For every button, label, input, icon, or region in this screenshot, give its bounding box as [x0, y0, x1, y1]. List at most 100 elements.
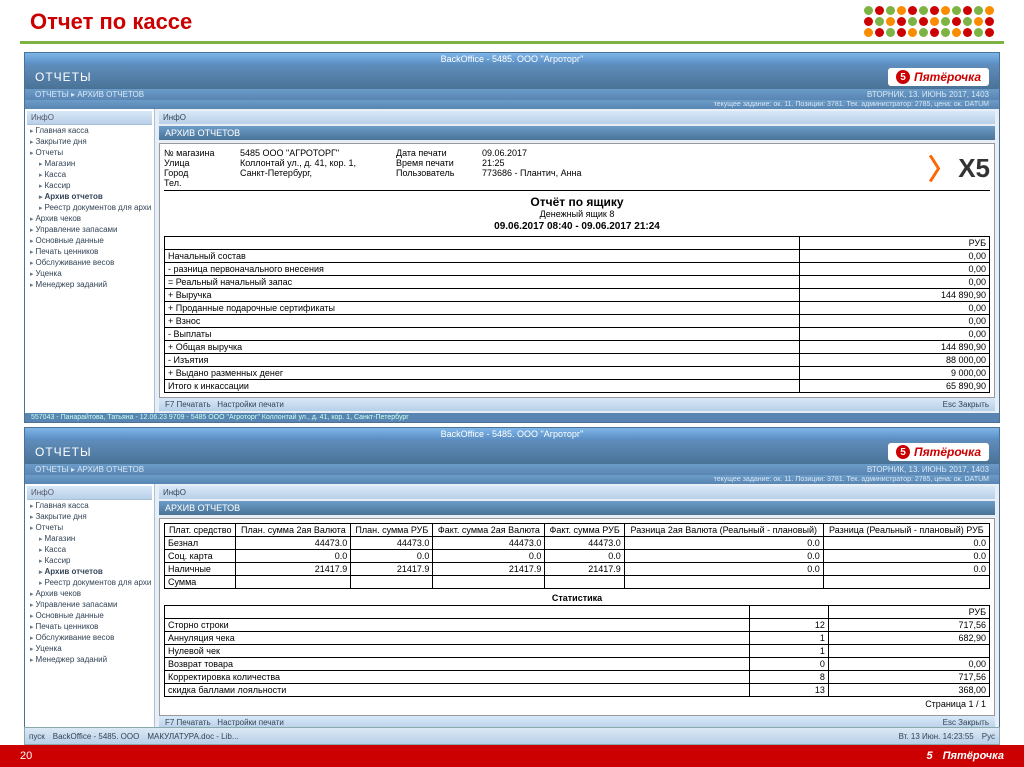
sidebar-item[interactable]: Менеджер заданий [27, 279, 152, 290]
stat-label: Аннуляция чека [165, 632, 750, 645]
statistics-table: РУБ Сторно строки12717,56Аннуляция чека1… [164, 605, 990, 697]
stats-title: Статистика [164, 593, 990, 603]
table-row-label: - разница первоначального внесения [165, 263, 800, 276]
stat-label: Корректировка количества [165, 671, 750, 684]
stat-value: 717,56 [828, 619, 989, 632]
sidebar-item[interactable]: Закрытие дня [27, 136, 152, 147]
column-header: План. сумма РУБ [351, 524, 433, 537]
archive-header: АРХИВ ОТЧЕТОВ [159, 126, 995, 140]
table-cell [236, 576, 351, 589]
table-row-label: Итого к инкассации [165, 380, 800, 393]
sidebar-item[interactable]: Уценка [27, 268, 152, 279]
sidebar-item[interactable]: Архив чеков [27, 213, 152, 224]
table-cell: 0.0 [624, 563, 823, 576]
sidebar-toolbar: ИнфО [27, 486, 152, 500]
printtime-label: Время печати [396, 158, 476, 168]
table-cell: 0.0 [236, 550, 351, 563]
app-module-title: ОТЧЕТЫ [35, 445, 92, 459]
sidebar-item[interactable]: Уценка [27, 643, 152, 654]
user-label: Пользователь [396, 168, 476, 178]
sidebar-item[interactable]: Главная касса [27, 500, 152, 511]
table-row-value: 0,00 [800, 263, 990, 276]
street-label: Улица [164, 158, 234, 168]
table-cell: Сумма [165, 576, 236, 589]
taskbar-app[interactable]: МАКУЛАТУРА.doc - Lib... [147, 732, 238, 741]
sidebar-item[interactable]: Касса [27, 544, 152, 555]
report-subtitle: Денежный ящик 8 [164, 209, 990, 219]
sidebar-item[interactable]: Кассир [27, 555, 152, 566]
decorative-dots [864, 6, 994, 37]
user-value: 773686 - Плантич, Анна [482, 168, 612, 178]
table-cell: 0.0 [351, 550, 433, 563]
stat-count: 0 [749, 658, 828, 671]
window-status: 557043 - Панарайтова, Татьяна - 12.06.23… [25, 413, 999, 422]
status-line-top: текущее задание: ок. 11. Позиции: 3781. … [714, 101, 989, 108]
slide-number: 20 [20, 750, 32, 762]
sidebar-item[interactable]: Архив отчетов [27, 566, 152, 577]
sidebar-item[interactable]: Обслуживание весов [27, 257, 152, 268]
sidebar-item[interactable]: Архив чеков [27, 588, 152, 599]
close-button[interactable]: Esc Закрыть [943, 400, 989, 409]
printdate-label: Дата печати [396, 148, 476, 158]
sidebar-item[interactable]: Кассир [27, 180, 152, 191]
sidebar-item[interactable]: Отчеты [27, 147, 152, 158]
sidebar-item[interactable]: Печать ценников [27, 621, 152, 632]
sidebar-item[interactable]: Менеджер заданий [27, 654, 152, 665]
table-cell: Безнал [165, 537, 236, 550]
window-titlebar: BackOffice - 5485. ООО "Агроторг" [25, 428, 999, 440]
table-row-value: 0,00 [800, 315, 990, 328]
app-window-1: BackOffice - 5485. ООО "Агроторг" ОТЧЕТЫ… [24, 52, 1000, 423]
sidebar-item[interactable]: Реестр документов для архи [27, 577, 152, 588]
table-cell [823, 576, 989, 589]
sidebar-item[interactable]: Архив отчетов [27, 191, 152, 202]
column-header: План. сумма 2ая Валюта [236, 524, 351, 537]
taskbar-lang[interactable]: Рус [982, 732, 995, 741]
sidebar-item[interactable]: Реестр документов для архи [27, 202, 152, 213]
sidebar-item[interactable]: Магазин [27, 158, 152, 169]
print-button[interactable]: F7 Печатать [165, 718, 211, 727]
column-header: Разница 2ая Валюта (Реальный - плановый) [624, 524, 823, 537]
stat-value: 368,00 [828, 684, 989, 697]
sidebar-item[interactable]: Отчеты [27, 522, 152, 533]
table-row-value: 0,00 [800, 328, 990, 341]
table-row-label: + Выдано разменных денег [165, 367, 800, 380]
os-taskbar[interactable]: пуск BackOffice - 5485. ООО МАКУЛАТУРА.d… [24, 727, 1000, 745]
drawer-report-table: РУБ Начальный состав0,00- разница первон… [164, 236, 990, 393]
sidebar-item[interactable]: Управление запасами [27, 599, 152, 610]
sidebar-item[interactable]: Основные данные [27, 610, 152, 621]
sidebar-item[interactable]: Основные данные [27, 235, 152, 246]
sidebar: ИнфО Главная кассаЗакрытие дняОтчетыМага… [25, 109, 155, 413]
app-module-title: ОТЧЕТЫ [35, 70, 92, 84]
taskbar-app[interactable]: BackOffice - 5485. ООО [53, 732, 140, 741]
table-row-value: 0,00 [800, 302, 990, 315]
street-value: Коллонтай ул., д. 41, кор. 1, [240, 158, 390, 168]
start-button[interactable]: пуск [29, 732, 45, 741]
brand-logo: 5Пятёрочка [888, 443, 989, 461]
table-cell: 0.0 [823, 537, 989, 550]
sidebar-item[interactable]: Печать ценников [27, 246, 152, 257]
table-cell: 0.0 [624, 550, 823, 563]
stat-value: 0,00 [828, 658, 989, 671]
sidebar-toolbar: ИнфО [27, 111, 152, 125]
stat-label: Сторно строки [165, 619, 750, 632]
print-settings-button[interactable]: Настройки печати [217, 718, 284, 727]
table-row-value: 9 000,00 [800, 367, 990, 380]
brand-logo: 5Пятёрочка [888, 68, 989, 86]
table-row-label: - Выплаты [165, 328, 800, 341]
sidebar-item[interactable]: Закрытие дня [27, 511, 152, 522]
page-indicator: Страница 1 / 1 [164, 697, 990, 711]
slide-title: Отчет по кассе [30, 9, 192, 35]
print-button[interactable]: F7 Печатать [165, 400, 211, 409]
sidebar-item[interactable]: Магазин [27, 533, 152, 544]
sidebar-item[interactable]: Обслуживание весов [27, 632, 152, 643]
print-settings-button[interactable]: Настройки печати [217, 400, 284, 409]
sidebar-item[interactable]: Главная касса [27, 125, 152, 136]
sidebar-item[interactable]: Управление запасами [27, 224, 152, 235]
close-button[interactable]: Esc Закрыть [943, 718, 989, 727]
table-cell: 0.0 [433, 550, 545, 563]
table-cell: 21417.9 [351, 563, 433, 576]
sidebar-item[interactable]: Касса [27, 169, 152, 180]
slide-footer: 20 5Пятёрочка [0, 745, 1024, 767]
stat-value: 717,56 [828, 671, 989, 684]
table-row-label: + Выручка [165, 289, 800, 302]
